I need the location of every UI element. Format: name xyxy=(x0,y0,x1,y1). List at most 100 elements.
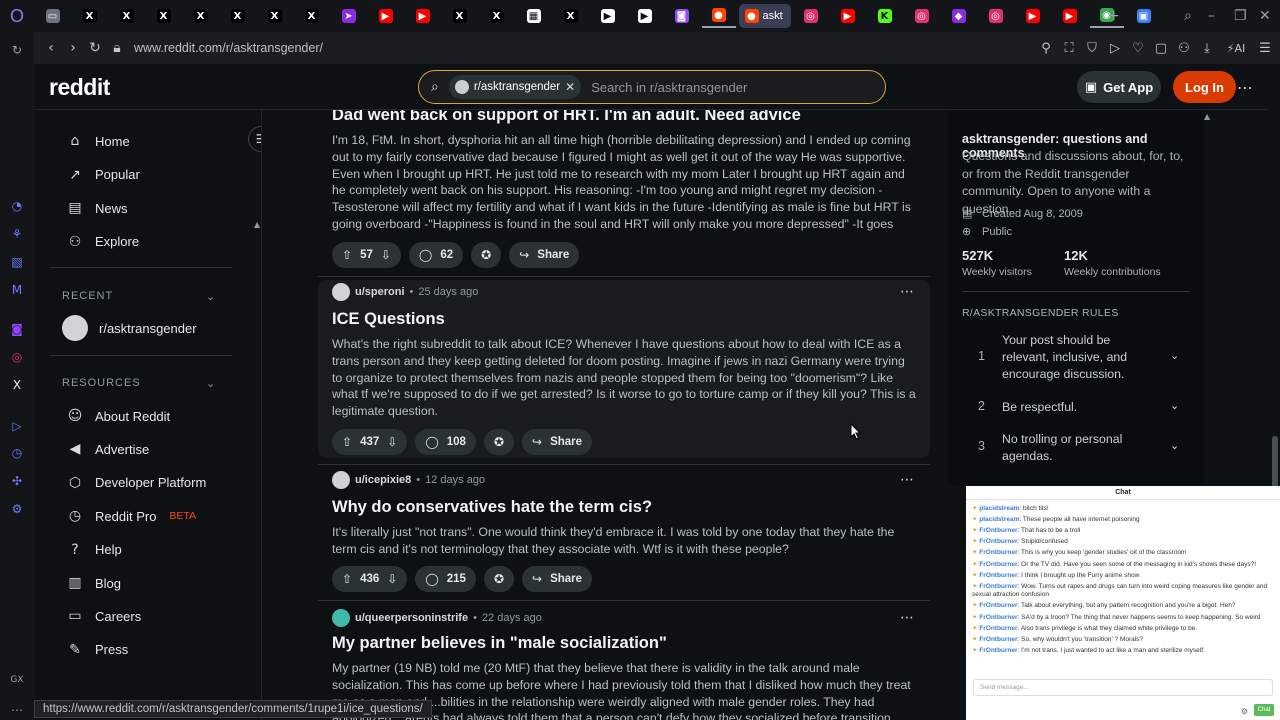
user-avatar[interactable] xyxy=(332,609,350,627)
resources-header[interactable]: RESOURCES xyxy=(62,377,141,389)
resource-item-careers[interactable]: ▭ Careers xyxy=(66,602,141,630)
downvote-icon[interactable]: ⇩ xyxy=(387,572,397,586)
search-input[interactable] xyxy=(591,79,852,95)
browser-tab[interactable]: ◎ xyxy=(979,4,1013,28)
browser-tab[interactable]: X xyxy=(295,4,329,28)
browser-tab[interactable]: ➤ xyxy=(332,4,366,28)
chat-username[interactable]: FrOntburner xyxy=(979,625,1017,632)
menu-icon[interactable]: ☰ xyxy=(1256,41,1274,56)
chat-username[interactable]: FrOntburner xyxy=(979,572,1017,579)
browser-tab[interactable]: ◎ xyxy=(905,4,939,28)
instagram-sidebar-icon[interactable]: ◎ xyxy=(9,349,25,365)
chat-username[interactable]: FrOntburner xyxy=(979,538,1017,545)
heart-icon[interactable]: ♡ xyxy=(1129,41,1147,56)
rule-chevron-icon[interactable]: ⌄ xyxy=(1170,439,1179,452)
player-toolbar-icon[interactable]: ▷ xyxy=(1106,41,1124,56)
post-card[interactable]: Dad went back on support of HRT. I'm an … xyxy=(318,110,930,274)
adblock-icon[interactable]: ⛉ xyxy=(1083,41,1101,56)
back-icon[interactable]: ‹ xyxy=(40,37,62,59)
rule-item[interactable]: 3 No trolling or personal agendas. ⌄ xyxy=(962,431,1190,467)
reload-icon[interactable]: ↻ xyxy=(9,42,25,58)
award-button[interactable]: ✪ xyxy=(483,566,514,592)
post-author[interactable]: u/queerpersoninstrife xyxy=(355,612,468,624)
ai-icon[interactable]: ⚡AI xyxy=(1221,42,1251,55)
close-window-icon[interactable]: ✕ xyxy=(1259,0,1271,32)
post-title[interactable]: Dad went back on support of HRT. I'm an … xyxy=(332,110,801,125)
user-avatar[interactable] xyxy=(332,471,350,489)
chat-username[interactable]: FrOntburner xyxy=(979,614,1017,621)
upvote-icon[interactable]: ⇧ xyxy=(342,572,352,586)
chat-username[interactable]: FrOntburner xyxy=(979,636,1017,643)
resource-item-advertise[interactable]: ◀ Advertise xyxy=(66,435,150,463)
rule-chevron-icon[interactable]: ⌄ xyxy=(1170,349,1179,362)
messenger-icon[interactable]: M xyxy=(9,282,25,298)
rule-item[interactable]: 2 Be respectful. ⌄ xyxy=(962,397,1190,417)
share-button[interactable]: ↪ Share xyxy=(509,242,580,268)
post-title[interactable]: ICE Questions xyxy=(332,310,445,329)
browser-tab[interactable]: ● askt xyxy=(738,4,791,28)
browser-tab[interactable]: ▶ xyxy=(831,4,865,28)
post-author[interactable]: u/icepixie8 xyxy=(355,474,411,486)
url-field[interactable]: www.reddit.com/r/asktransgender/ xyxy=(134,41,323,55)
nav-item-popular[interactable]: ↗ Popular xyxy=(66,161,140,189)
post-author[interactable]: u/speroni xyxy=(355,286,405,298)
chat-username[interactable]: FrOntburner xyxy=(979,549,1017,556)
reload-page-icon[interactable]: ↻ xyxy=(84,37,106,59)
browser-tab[interactable]: X xyxy=(443,4,477,28)
minimize-icon[interactable]: – xyxy=(1208,0,1215,32)
chat-username[interactable]: FrOntburner xyxy=(979,561,1017,568)
more-sidebar-icon[interactable]: ⋯ xyxy=(9,702,25,718)
browser-tab[interactable]: K xyxy=(868,4,902,28)
recent-item[interactable]: r/asktransgender xyxy=(62,314,197,342)
aria-icon[interactable]: ◔ xyxy=(9,198,25,214)
collapse-nav-icon[interactable]: ☰ xyxy=(248,126,261,152)
resource-item-reddit-pro[interactable]: ◷ Reddit Pro BETA xyxy=(66,502,196,530)
workspace-icon[interactable]: ⚘ xyxy=(9,226,25,242)
nav-item-explore[interactable]: ⚇ Explore xyxy=(66,228,139,256)
browser-tab[interactable]: ▶ xyxy=(1053,4,1087,28)
award-button[interactable]: ✪ xyxy=(471,242,502,268)
post-title[interactable]: My partner believes in "male socializati… xyxy=(332,634,667,653)
downvote-icon[interactable]: ⇩ xyxy=(387,435,397,449)
pin-icon[interactable]: ⚲ xyxy=(1037,41,1055,56)
browser-tab[interactable]: ● xyxy=(701,4,736,28)
twitch-sidebar-icon[interactable]: ◙ xyxy=(9,321,25,337)
settings-icon[interactable]: ⚙ xyxy=(9,501,25,517)
resource-item-press[interactable]: ✎ Press xyxy=(66,636,128,664)
browser-tab[interactable]: X xyxy=(110,4,144,28)
search-bar[interactable]: ⌕ r/asktransgender ✕ xyxy=(418,70,886,104)
post-title[interactable]: Why do conservatives hate the term cis? xyxy=(332,498,652,517)
x-sidebar-icon[interactable]: X xyxy=(9,377,25,393)
more-options-icon[interactable]: ⋯ xyxy=(1234,71,1256,103)
download-icon[interactable]: ⤓ xyxy=(1198,41,1216,56)
comments-button[interactable]: ◯ 215 xyxy=(415,566,476,592)
player-icon[interactable]: ▷ xyxy=(9,418,25,434)
chip-close-icon[interactable]: ✕ xyxy=(565,80,575,94)
subreddit-chip[interactable]: r/asktransgender ✕ xyxy=(448,75,582,99)
browser-tab[interactable]: ▶ xyxy=(406,4,440,28)
browser-tab[interactable]: ▶ xyxy=(1016,4,1050,28)
browser-tab[interactable]: ◆ xyxy=(942,4,976,28)
chat-username[interactable]: placidstream xyxy=(979,516,1019,523)
box-icon[interactable]: ▢ xyxy=(1152,41,1170,56)
forward-icon[interactable]: › xyxy=(62,37,84,59)
chat-input[interactable]: Send message... xyxy=(973,679,1273,696)
post-options-icon[interactable]: ⋯ xyxy=(900,284,914,300)
post-body[interactable]: It's literally just "not trans". One wou… xyxy=(332,524,918,558)
browser-tab[interactable]: X xyxy=(184,4,218,28)
recent-header[interactable]: RECENT xyxy=(62,290,113,302)
browser-tab[interactable]: X xyxy=(258,4,292,28)
rule-chevron-icon[interactable]: ⌄ xyxy=(1170,399,1179,412)
recent-chevron-icon[interactable]: ⌄ xyxy=(206,290,215,303)
extensions-icon[interactable]: ✣ xyxy=(9,473,25,489)
downvote-icon[interactable]: ⇩ xyxy=(381,248,391,262)
upvote-icon[interactable]: ⇧ xyxy=(342,435,352,449)
rule-item[interactable]: 1 Your post should be relevant, inclusiv… xyxy=(962,331,1190,383)
browser-tab[interactable]: ▦ xyxy=(517,4,551,28)
new-tab-icon[interactable]: + xyxy=(1108,0,1120,32)
resources-chevron-icon[interactable]: ⌄ xyxy=(206,377,215,390)
chat-username[interactable]: FrOntburner xyxy=(979,527,1017,534)
resource-item-developer-platform[interactable]: ⬡ Developer Platform xyxy=(66,469,206,497)
snapshot-icon[interactable]: ⛶ xyxy=(1060,41,1078,56)
opera-logo-icon[interactable]: O xyxy=(0,0,34,32)
